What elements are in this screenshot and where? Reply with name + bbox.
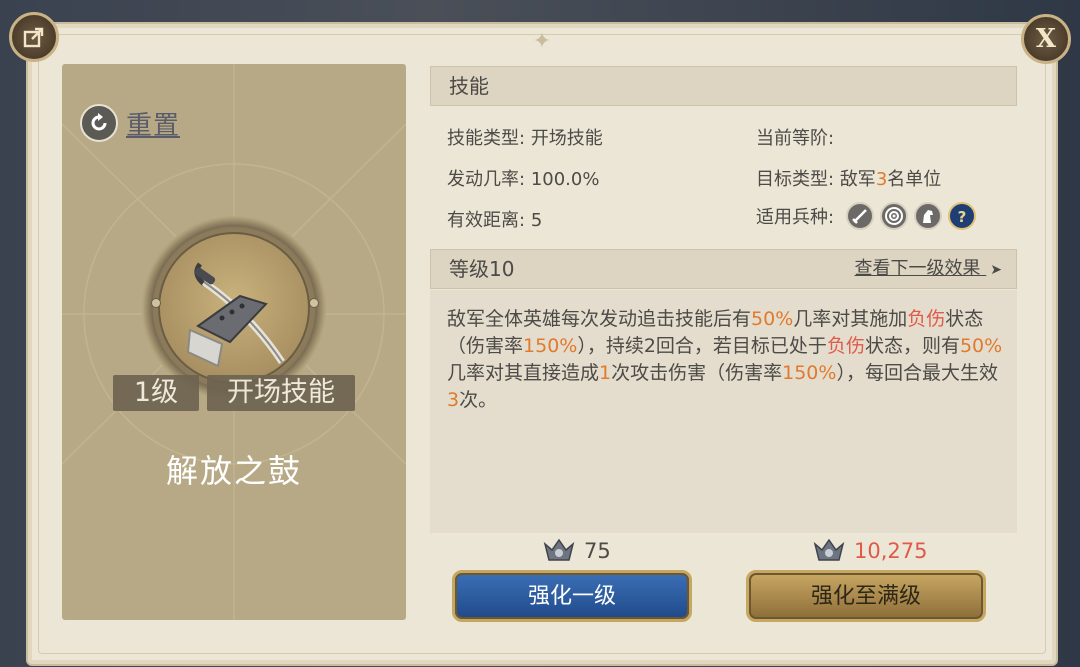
- current-tier-label: 当前等阶:: [756, 128, 835, 149]
- desc-text: 敌军全体英雄每次发动追击技能后有: [447, 308, 752, 330]
- trigger-rate-row: 发动几率: 100.0%: [447, 165, 599, 191]
- trigger-rate-value: 100.0%: [530, 169, 600, 190]
- unit-types-label: 适用兵种:: [756, 207, 835, 228]
- desc-value: 3: [447, 389, 460, 411]
- desc-value: 50%: [959, 335, 1003, 357]
- desc-value: 1: [599, 362, 612, 384]
- skill-level-tag: 1级: [113, 375, 199, 411]
- unit-types-row: 适用兵种: ?: [756, 202, 982, 230]
- desc-text: ），每回合最大生效: [836, 362, 998, 384]
- target-count: 3: [875, 169, 888, 190]
- desc-text: 次。: [459, 389, 498, 411]
- upgrade-to-max-button[interactable]: 强化至满级: [746, 570, 986, 622]
- skill-description: 敌军全体英雄每次发动追击技能后有50%几率对其施加负伤状态（伤害率150%），持…: [447, 306, 1003, 414]
- single-cost-value: 75: [584, 539, 611, 563]
- skill-type-label: 技能类型:: [447, 128, 526, 149]
- max-upgrade-cost: 10,275: [812, 538, 927, 564]
- arrow-right-icon: ➤: [990, 262, 1002, 278]
- skill-section-title: 技能: [449, 74, 489, 98]
- skill-section-header: 技能: [430, 66, 1017, 106]
- desc-value: 50%: [751, 308, 794, 330]
- desc-text: 几率对其直接造成: [447, 362, 600, 384]
- ring-ornament: [309, 298, 319, 308]
- next-level-link[interactable]: 查看下一级效果 ➤: [855, 250, 1002, 289]
- close-icon: X: [1035, 24, 1057, 54]
- trigger-rate-label: 发动几率:: [447, 169, 526, 190]
- skill-type-row: 技能类型: 开场技能: [447, 124, 603, 150]
- target-type-suffix: 名单位: [887, 169, 942, 190]
- skill-icon-frame: [158, 232, 310, 384]
- close-button[interactable]: X: [1021, 14, 1071, 64]
- share-button[interactable]: [9, 12, 59, 62]
- desc-debuff: 负伤: [826, 335, 865, 357]
- target-type-prefix: 敌军: [839, 169, 876, 190]
- target-type-label: 目标类型:: [756, 169, 835, 190]
- skill-type-value: 开场技能: [530, 128, 603, 149]
- max-cost-value: 10,275: [854, 539, 928, 563]
- sword-and-drum-icon: [186, 262, 285, 368]
- compass-ornament-icon: ✦: [532, 29, 552, 54]
- range-row: 有效距离: 5: [447, 206, 542, 232]
- desc-text: 状态，则有: [864, 335, 960, 357]
- desc-text: 几率对其施加: [793, 308, 908, 330]
- ring-ornament: [151, 298, 161, 308]
- desc-text: 次攻击伤害（伤害率: [611, 362, 783, 384]
- level-title: 等级10: [449, 257, 515, 281]
- target-type-row: 目标类型: 敌军3名单位: [756, 165, 941, 191]
- current-tier-row: 当前等阶:: [756, 124, 834, 150]
- upgrade-one-level-button[interactable]: 强化一级: [452, 570, 692, 622]
- single-upgrade-cost: 75: [542, 538, 611, 564]
- range-label: 有效距离:: [447, 210, 526, 231]
- horse-icon[interactable]: [914, 202, 943, 230]
- range-value: 5: [530, 210, 543, 231]
- skill-name: 解放之鼓: [165, 452, 302, 490]
- level-section-header: 等级10 查看下一级效果 ➤: [430, 249, 1017, 289]
- desc-debuff: 负伤: [907, 308, 946, 330]
- share-icon: [23, 27, 44, 48]
- sword-icon[interactable]: [846, 202, 875, 230]
- medal-icon: [813, 538, 845, 561]
- desc-value: 150%: [782, 362, 837, 384]
- svg-text:?: ?: [958, 208, 967, 226]
- desc-text: ），持续2回合，若目标已处于: [577, 335, 827, 357]
- archery-target-icon[interactable]: [880, 202, 909, 230]
- reset-label: 重置: [126, 110, 181, 141]
- reset-button[interactable]: 重置: [80, 104, 180, 142]
- desc-value: 150%: [523, 335, 578, 357]
- skill-type-tag: 开场技能: [207, 375, 355, 411]
- medal-icon: [543, 538, 575, 561]
- next-level-label: 查看下一级效果: [854, 258, 981, 279]
- question-icon[interactable]: ?: [948, 202, 977, 230]
- reset-icon: [80, 104, 118, 142]
